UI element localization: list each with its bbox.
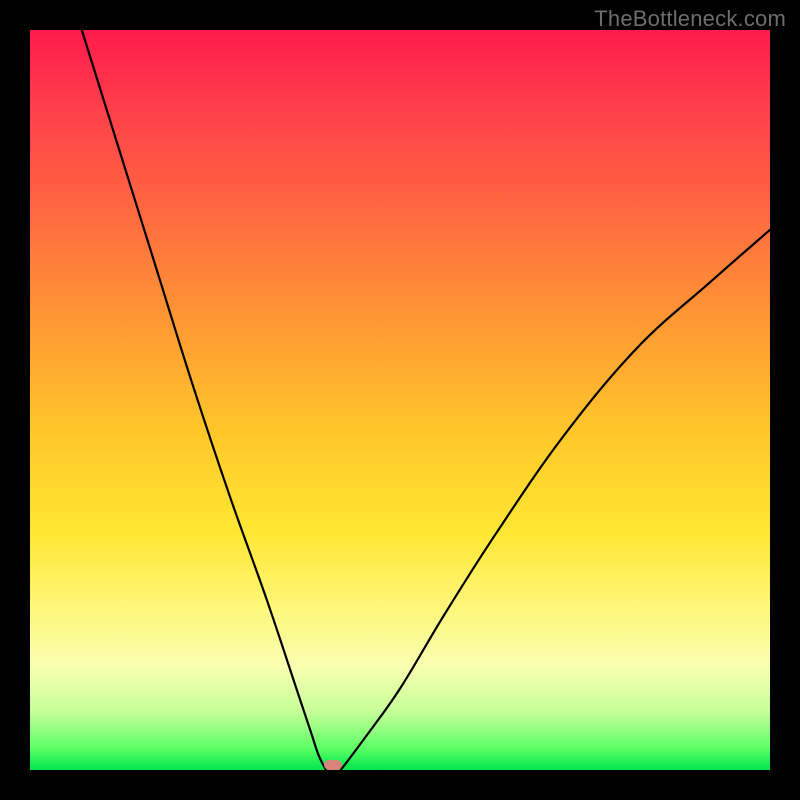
- watermark-text: TheBottleneck.com: [594, 6, 786, 32]
- curve-right-branch: [341, 230, 770, 770]
- plot-area: [30, 30, 770, 770]
- minimum-marker: [324, 760, 342, 770]
- curve-svg: [30, 30, 770, 770]
- curve-left-branch: [82, 30, 326, 770]
- chart-frame: TheBottleneck.com: [0, 0, 800, 800]
